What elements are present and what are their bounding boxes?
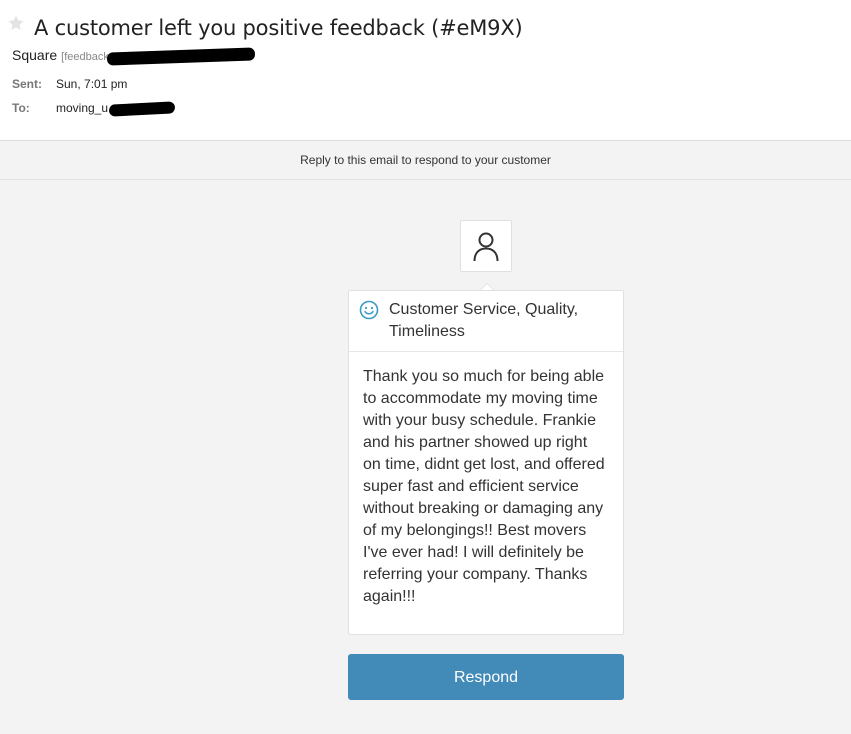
sender: Square [feedback: [12, 47, 256, 66]
to-label: To:: [12, 101, 30, 115]
feedback-card: Customer Service, Quality, Timeliness Th…: [348, 290, 624, 635]
feedback-categories: Customer Service, Quality, Timeliness: [389, 301, 579, 340]
feedback-comment: Thank you so much for being able to acco…: [363, 368, 605, 605]
star-icon[interactable]: [7, 14, 25, 32]
sent-value: Sun, 7:01 pm: [56, 77, 128, 91]
redaction-mark: [108, 101, 176, 117]
respond-button[interactable]: Respond: [348, 654, 624, 700]
reply-banner: Reply to this email to respond to your c…: [0, 141, 851, 180]
sent-row: Sent: Sun, 7:01 pm: [12, 77, 127, 91]
to-row: To: moving_u: [12, 101, 176, 117]
email-subject: A customer left you positive feedback (#…: [34, 16, 523, 40]
sent-label: Sent:: [12, 77, 42, 91]
redaction-mark: [106, 47, 256, 66]
email-header: A customer left you positive feedback (#…: [0, 0, 851, 141]
smiley-icon: [359, 300, 379, 327]
sender-address: [feedback: [61, 51, 109, 63]
person-icon: [473, 232, 499, 262]
feedback-header: Customer Service, Quality, Timeliness: [349, 291, 623, 352]
sender-name: Square: [12, 47, 58, 63]
to-value: moving_u: [56, 101, 109, 115]
avatar: [460, 220, 512, 272]
